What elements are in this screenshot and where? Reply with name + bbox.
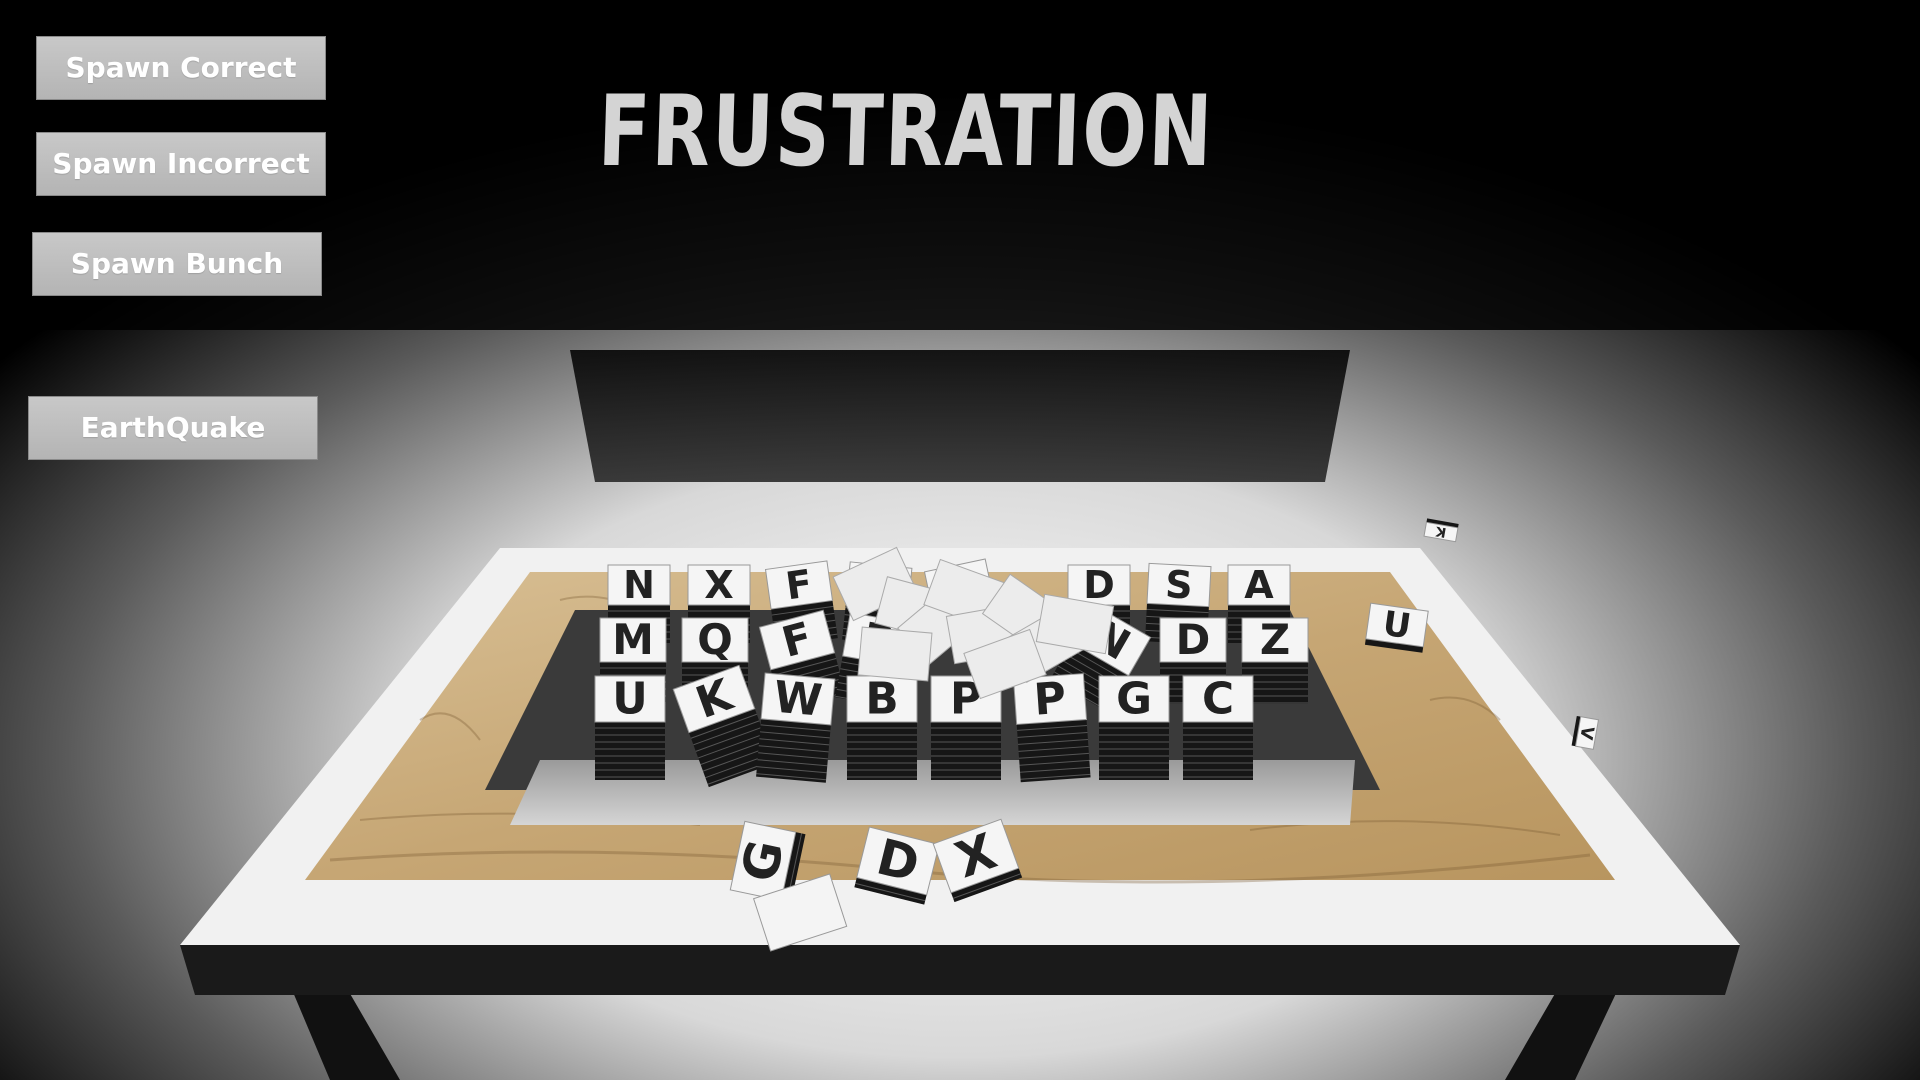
spawn-correct-button[interactable]: Spawn Correct <box>36 36 326 100</box>
tile-letter: D <box>1083 563 1115 607</box>
game-title: FRUSTRATION <box>596 75 1216 189</box>
tile-letter: B <box>865 674 898 725</box>
tile-letter: W <box>772 672 824 727</box>
letter-tile[interactable]: C <box>1182 674 1254 780</box>
back-wall <box>570 350 1350 482</box>
tile-letter: U <box>612 674 647 725</box>
table-apron <box>180 945 1740 995</box>
tile-letter: G <box>1116 674 1152 725</box>
tile-letter: D <box>1176 615 1211 664</box>
tile-letter: M <box>612 615 654 664</box>
letter-tile[interactable]: B <box>846 674 918 780</box>
tile-letter: N <box>623 563 655 607</box>
letter-tile[interactable]: W <box>756 671 836 783</box>
earthquake-button[interactable]: EarthQuake <box>28 396 318 460</box>
tile-letter: U <box>1380 604 1413 647</box>
tile-letter: P <box>1032 673 1068 726</box>
spawn-bunch-button[interactable]: Spawn Bunch <box>32 232 322 296</box>
tile-letter: X <box>704 563 733 607</box>
tile-letter: Z <box>1260 615 1290 664</box>
tile-letter: A <box>1244 563 1274 607</box>
scattered-card[interactable] <box>857 626 933 682</box>
tile-letter: S <box>1164 562 1194 607</box>
letter-tile[interactable]: U <box>594 674 666 780</box>
letter-tile[interactable]: G <box>1098 674 1170 780</box>
spawn-incorrect-button[interactable]: Spawn Incorrect <box>36 132 326 196</box>
tile-letter: C <box>1202 674 1234 725</box>
letter-tile[interactable]: P <box>1012 671 1091 783</box>
tile-letter: Q <box>697 615 733 664</box>
